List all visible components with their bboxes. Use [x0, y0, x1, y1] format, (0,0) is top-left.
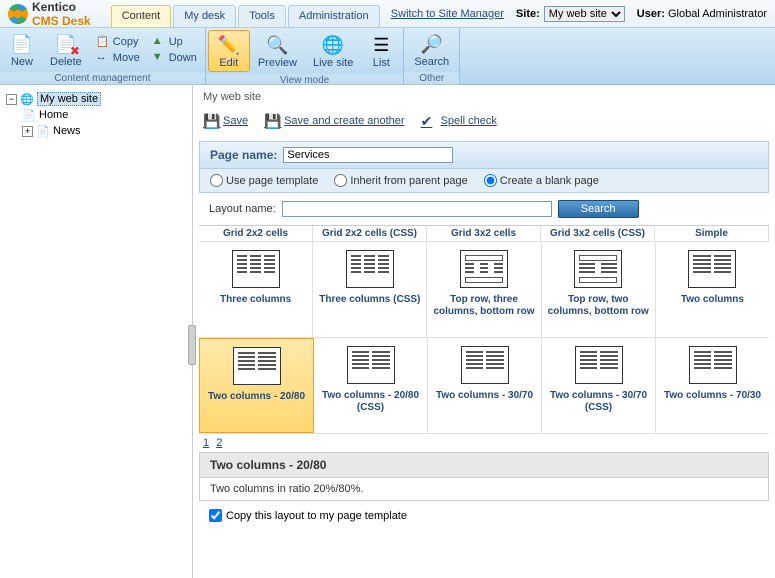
- logo-icon: [8, 4, 28, 24]
- page-icon: 📄: [36, 124, 50, 138]
- spellcheck-button[interactable]: ✔Spell check: [421, 113, 497, 129]
- site-label: Site:: [516, 8, 540, 20]
- page-name-label: Page name:: [210, 148, 277, 162]
- layout-cell[interactable]: Two columns - 30/70: [428, 338, 542, 433]
- grid-cell[interactable]: Grid 3x2 cells (CSS): [541, 226, 655, 241]
- splitter-handle[interactable]: [188, 325, 196, 365]
- spell-icon: ✔: [421, 113, 437, 129]
- brand-line2: CMS Desk: [32, 14, 91, 28]
- save-icon: 💾: [203, 113, 219, 129]
- list-button[interactable]: ☰List: [361, 30, 401, 72]
- tab-mydesk[interactable]: My desk: [173, 5, 236, 27]
- list-icon: ☰: [369, 33, 393, 57]
- new-icon: 📄: [10, 32, 34, 56]
- page-1[interactable]: 1: [203, 437, 209, 449]
- layout-search-button[interactable]: Search: [558, 200, 639, 218]
- save-button[interactable]: 💾Save: [203, 113, 248, 129]
- opt-inherit[interactable]: Inherit from parent page: [334, 174, 467, 187]
- search-ribbon-button[interactable]: 🔎Search: [406, 30, 457, 70]
- grid-cell[interactable]: Grid 3x2 cells: [427, 226, 541, 241]
- copy-button[interactable]: 📋Copy: [90, 34, 146, 50]
- copy-label: Copy this layout to my page template: [226, 510, 407, 522]
- top-tabs: Content My desk Tools Administration: [111, 5, 382, 27]
- collapse-icon[interactable]: −: [6, 94, 17, 105]
- grid-cell[interactable]: Grid 2x2 cells (CSS): [313, 226, 427, 241]
- tree-panel: − 🌐 My web site 📄 Home + 📄 News: [0, 85, 193, 578]
- move-button[interactable]: ↔Move: [90, 50, 146, 66]
- grid-cell[interactable]: Simple: [655, 226, 769, 241]
- layout-cell[interactable]: Two columns - 20/80 (CSS): [314, 338, 428, 433]
- layout-cell[interactable]: Top row, three columns, bottom row: [427, 242, 541, 337]
- layout-cell[interactable]: Two columns - 30/70 (CSS): [542, 338, 656, 433]
- tab-admin[interactable]: Administration: [288, 5, 380, 27]
- layout-cell[interactable]: Three columns: [199, 242, 313, 337]
- preview-icon: 🔍: [265, 33, 289, 57]
- layout-grid: Grid 2x2 cells Grid 2x2 cells (CSS) Grid…: [199, 225, 769, 434]
- livesite-button[interactable]: 🌐Live site: [305, 30, 361, 72]
- save-another-button[interactable]: 💾Save and create another: [264, 113, 404, 129]
- detail-title: Two columns - 20/80: [199, 452, 769, 478]
- tab-content[interactable]: Content: [111, 5, 172, 27]
- switch-link[interactable]: Switch to Site Manager: [391, 8, 504, 20]
- page-icon: 📄: [22, 108, 36, 122]
- up-icon: ▲: [152, 35, 166, 49]
- delete-button[interactable]: 📄✖Delete: [42, 30, 90, 70]
- group-other: Other: [404, 72, 459, 85]
- tree-root[interactable]: − 🌐 My web site: [6, 91, 186, 107]
- pager: 1 2: [193, 434, 775, 452]
- grid-cell[interactable]: Grid 2x2 cells: [199, 226, 313, 241]
- tab-tools[interactable]: Tools: [238, 5, 286, 27]
- user-label: User:: [637, 8, 665, 20]
- group-content-mgmt: Content management: [0, 72, 205, 85]
- layout-name-input[interactable]: [282, 201, 552, 217]
- page-name-input[interactable]: [283, 147, 453, 163]
- search-icon: 🔎: [420, 32, 444, 56]
- edit-icon: ✏️: [217, 33, 241, 57]
- opt-use-template[interactable]: Use page template: [210, 174, 318, 187]
- edit-button[interactable]: ✏️Edit: [208, 30, 250, 72]
- brand-line1: Kentico: [32, 0, 76, 14]
- layout-cell[interactable]: Two columns: [656, 242, 769, 337]
- tree-news[interactable]: + 📄 News: [6, 123, 186, 139]
- expand-icon[interactable]: +: [22, 126, 33, 137]
- move-icon: ↔: [96, 51, 110, 65]
- save-plus-icon: 💾: [264, 113, 280, 129]
- page-name-bar: Page name:: [199, 141, 769, 169]
- new-button[interactable]: 📄New: [2, 30, 42, 70]
- template-options: Use page template Inherit from parent pa…: [199, 169, 769, 193]
- page-2[interactable]: 2: [216, 437, 222, 449]
- tree-home[interactable]: 📄 Home: [6, 107, 186, 123]
- layout-name-label: Layout name:: [209, 203, 276, 215]
- user-value: Global Administrator: [668, 8, 767, 20]
- site-select[interactable]: My web site: [544, 6, 625, 22]
- breadcrumb: My web site: [193, 85, 775, 109]
- preview-button[interactable]: 🔍Preview: [250, 30, 305, 72]
- layout-cell[interactable]: Two columns - 20/80: [199, 338, 314, 433]
- layout-cell[interactable]: Top row, two columns, bottom row: [542, 242, 656, 337]
- detail-desc: Two columns in ratio 20%/80%.: [199, 478, 769, 501]
- down-icon: ▼: [152, 51, 166, 65]
- globe-icon: 🌐: [321, 33, 345, 57]
- logo: KenticoCMS Desk: [8, 0, 91, 28]
- copy-icon: 📋: [96, 35, 110, 49]
- down-button[interactable]: ▼Down: [146, 50, 203, 66]
- globe-icon: 🌐: [20, 92, 34, 106]
- layout-cell[interactable]: Three columns (CSS): [313, 242, 427, 337]
- layout-cell[interactable]: Two columns - 70/30: [656, 338, 769, 433]
- opt-blank[interactable]: Create a blank page: [484, 174, 599, 187]
- delete-icon: 📄✖: [54, 32, 78, 56]
- copy-checkbox[interactable]: [209, 509, 222, 522]
- up-button[interactable]: ▲Up: [146, 34, 203, 50]
